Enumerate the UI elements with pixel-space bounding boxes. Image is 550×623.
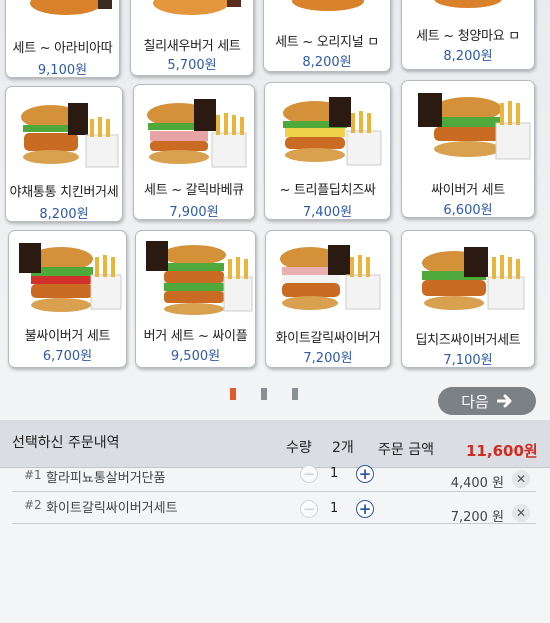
menu-item-price: 7,400원: [302, 205, 353, 220]
quantity-label: 수량: [286, 440, 312, 456]
order-title: 선택하신 주문내역: [12, 435, 120, 451]
page-indicator-1[interactable]: [230, 388, 236, 400]
menu-item-price: 8,200원: [39, 207, 89, 222]
order-row-price: 7,200 원: [450, 510, 504, 525]
menu-item-price: 7,200원: [303, 351, 353, 366]
menu-item-name: 세트 ~ 갈릭바베큐: [144, 183, 244, 198]
menu-item-card[interactable]: 화이트갈릭싸이버거 7,200원: [265, 230, 391, 368]
menu-item-image: [147, 99, 247, 168]
menu-item-name: 세트 ~ 청양마요 ㅁ: [416, 29, 520, 44]
menu-item-image: [422, 247, 525, 310]
menu-item-card[interactable]: 세트 ~ 아라비아따 9,100원: [5, 0, 120, 78]
menu-item-price: 8,200원: [443, 49, 493, 64]
menu-item-image: [418, 93, 531, 160]
increase-quantity-button[interactable]: +: [356, 500, 374, 518]
amount-label: 주문 금액: [378, 442, 434, 458]
menu-item-image: [30, 0, 112, 15]
menu-item-price: 8,200원: [302, 55, 352, 70]
menu-item-card[interactable]: 불싸이버거 세트 6,700원: [8, 230, 127, 368]
menu-item-image: [153, 0, 241, 15]
menu-item-price: 6,700원: [42, 349, 93, 364]
order-row-quantity: 1: [330, 466, 339, 481]
menu-item-price: 9,100원: [37, 63, 88, 78]
menu-item-name: 불싸이버거 세트: [24, 329, 111, 344]
menu-item-image: [19, 243, 122, 312]
order-row: #1 할라피뇨통살버거단품 − 1 + 4,400 원 ✕: [12, 462, 536, 492]
order-row-index: #1: [24, 468, 42, 482]
menu-item-name: 세트 ~ 오리지널 ㅁ: [275, 35, 379, 50]
menu-item-name: 야채통통 치킨버거세: [9, 185, 119, 200]
decrease-quantity-button[interactable]: −: [300, 500, 318, 518]
order-row-name: 할라피뇨통살버거단품: [46, 471, 166, 486]
menu-item-name: 화이트갈릭싸이버거: [275, 331, 381, 346]
page-indicator-2[interactable]: [261, 388, 267, 400]
remove-item-button[interactable]: ✕: [512, 470, 530, 488]
menu-item-name: 칠리새우버거 세트: [143, 39, 241, 54]
menu-item-name: 버거 세트 ~ 싸이플: [143, 329, 248, 344]
menu-item-card[interactable]: 야채통통 치킨버거세 8,200원: [5, 86, 123, 222]
menu-item-image: [292, 0, 364, 11]
menu-item-image: [21, 103, 119, 168]
menu-item-price: 9,500원: [170, 349, 221, 364]
menu-item-card[interactable]: 딥치즈싸이버거세트 7,100원: [401, 230, 535, 368]
menu-item-card[interactable]: 세트 ~ 오리지널 ㅁ 8,200원: [263, 0, 391, 72]
amount-total: 11,600원: [466, 442, 538, 460]
menu-item-card[interactable]: 버거 세트 ~ 싸이플 9,500원: [135, 230, 256, 368]
menu-item-card[interactable]: 싸이버거 세트 6,600원: [401, 80, 535, 218]
menu-item-name: 싸이버거 세트: [431, 183, 505, 198]
order-row-quantity: 1: [330, 501, 339, 516]
menu-item-card[interactable]: 세트 ~ 갈릭바베큐 7,900원: [133, 84, 255, 220]
decrease-quantity-button[interactable]: −: [300, 465, 318, 483]
menu-grid: 세트 ~ 아라비아따 9,100원 칠리새우버거 세트 5,700원 세트 ~ …: [0, 0, 550, 420]
increase-quantity-button[interactable]: +: [356, 465, 374, 483]
next-button-label: 다음: [461, 393, 489, 411]
order-row-price: 4,400 원: [450, 476, 504, 491]
menu-item-price: 7,100원: [443, 353, 493, 368]
menu-item-name: ~ 트리플딥치즈싸: [279, 183, 376, 198]
menu-item-price: 7,900원: [169, 205, 219, 220]
order-panel: 선택하신 주문내역 수량 2개 주문 금액 11,600원 #1 할라피뇨통살버…: [0, 420, 550, 623]
menu-item-image: [283, 97, 382, 166]
page-indicator-3[interactable]: [292, 388, 298, 400]
menu-item-name: 딥치즈싸이버거세트: [415, 333, 521, 348]
quantity-total: 2개: [332, 440, 354, 456]
menu-item-name: 세트 ~ 아라비아따: [12, 41, 113, 56]
order-row-index: #2: [24, 498, 42, 512]
order-row: #2 화이트갈릭싸이버거세트 − 1 + 7,200 원 ✕: [12, 492, 536, 525]
menu-item-card[interactable]: ~ 트리플딥치즈싸 7,400원: [264, 82, 391, 220]
order-row-name: 화이트갈릭싸이버거세트: [46, 501, 178, 516]
menu-item-price: 6,600원: [443, 203, 493, 218]
menu-item-price: 5,700원: [167, 58, 217, 73]
menu-item-card[interactable]: 세트 ~ 청양마요 ㅁ 8,200원: [401, 0, 535, 70]
next-button[interactable]: 다음: [438, 387, 536, 415]
menu-item-image: [434, 0, 502, 8]
menu-item-image: [146, 241, 253, 315]
order-summary-header: 선택하신 주문내역 수량 2개 주문 금액 11,600원: [0, 420, 550, 468]
arrow-right-icon: [496, 394, 512, 408]
menu-item-card[interactable]: 칠리새우버거 세트 5,700원: [130, 0, 254, 76]
remove-item-button[interactable]: ✕: [512, 504, 530, 522]
menu-item-image: [280, 245, 381, 310]
